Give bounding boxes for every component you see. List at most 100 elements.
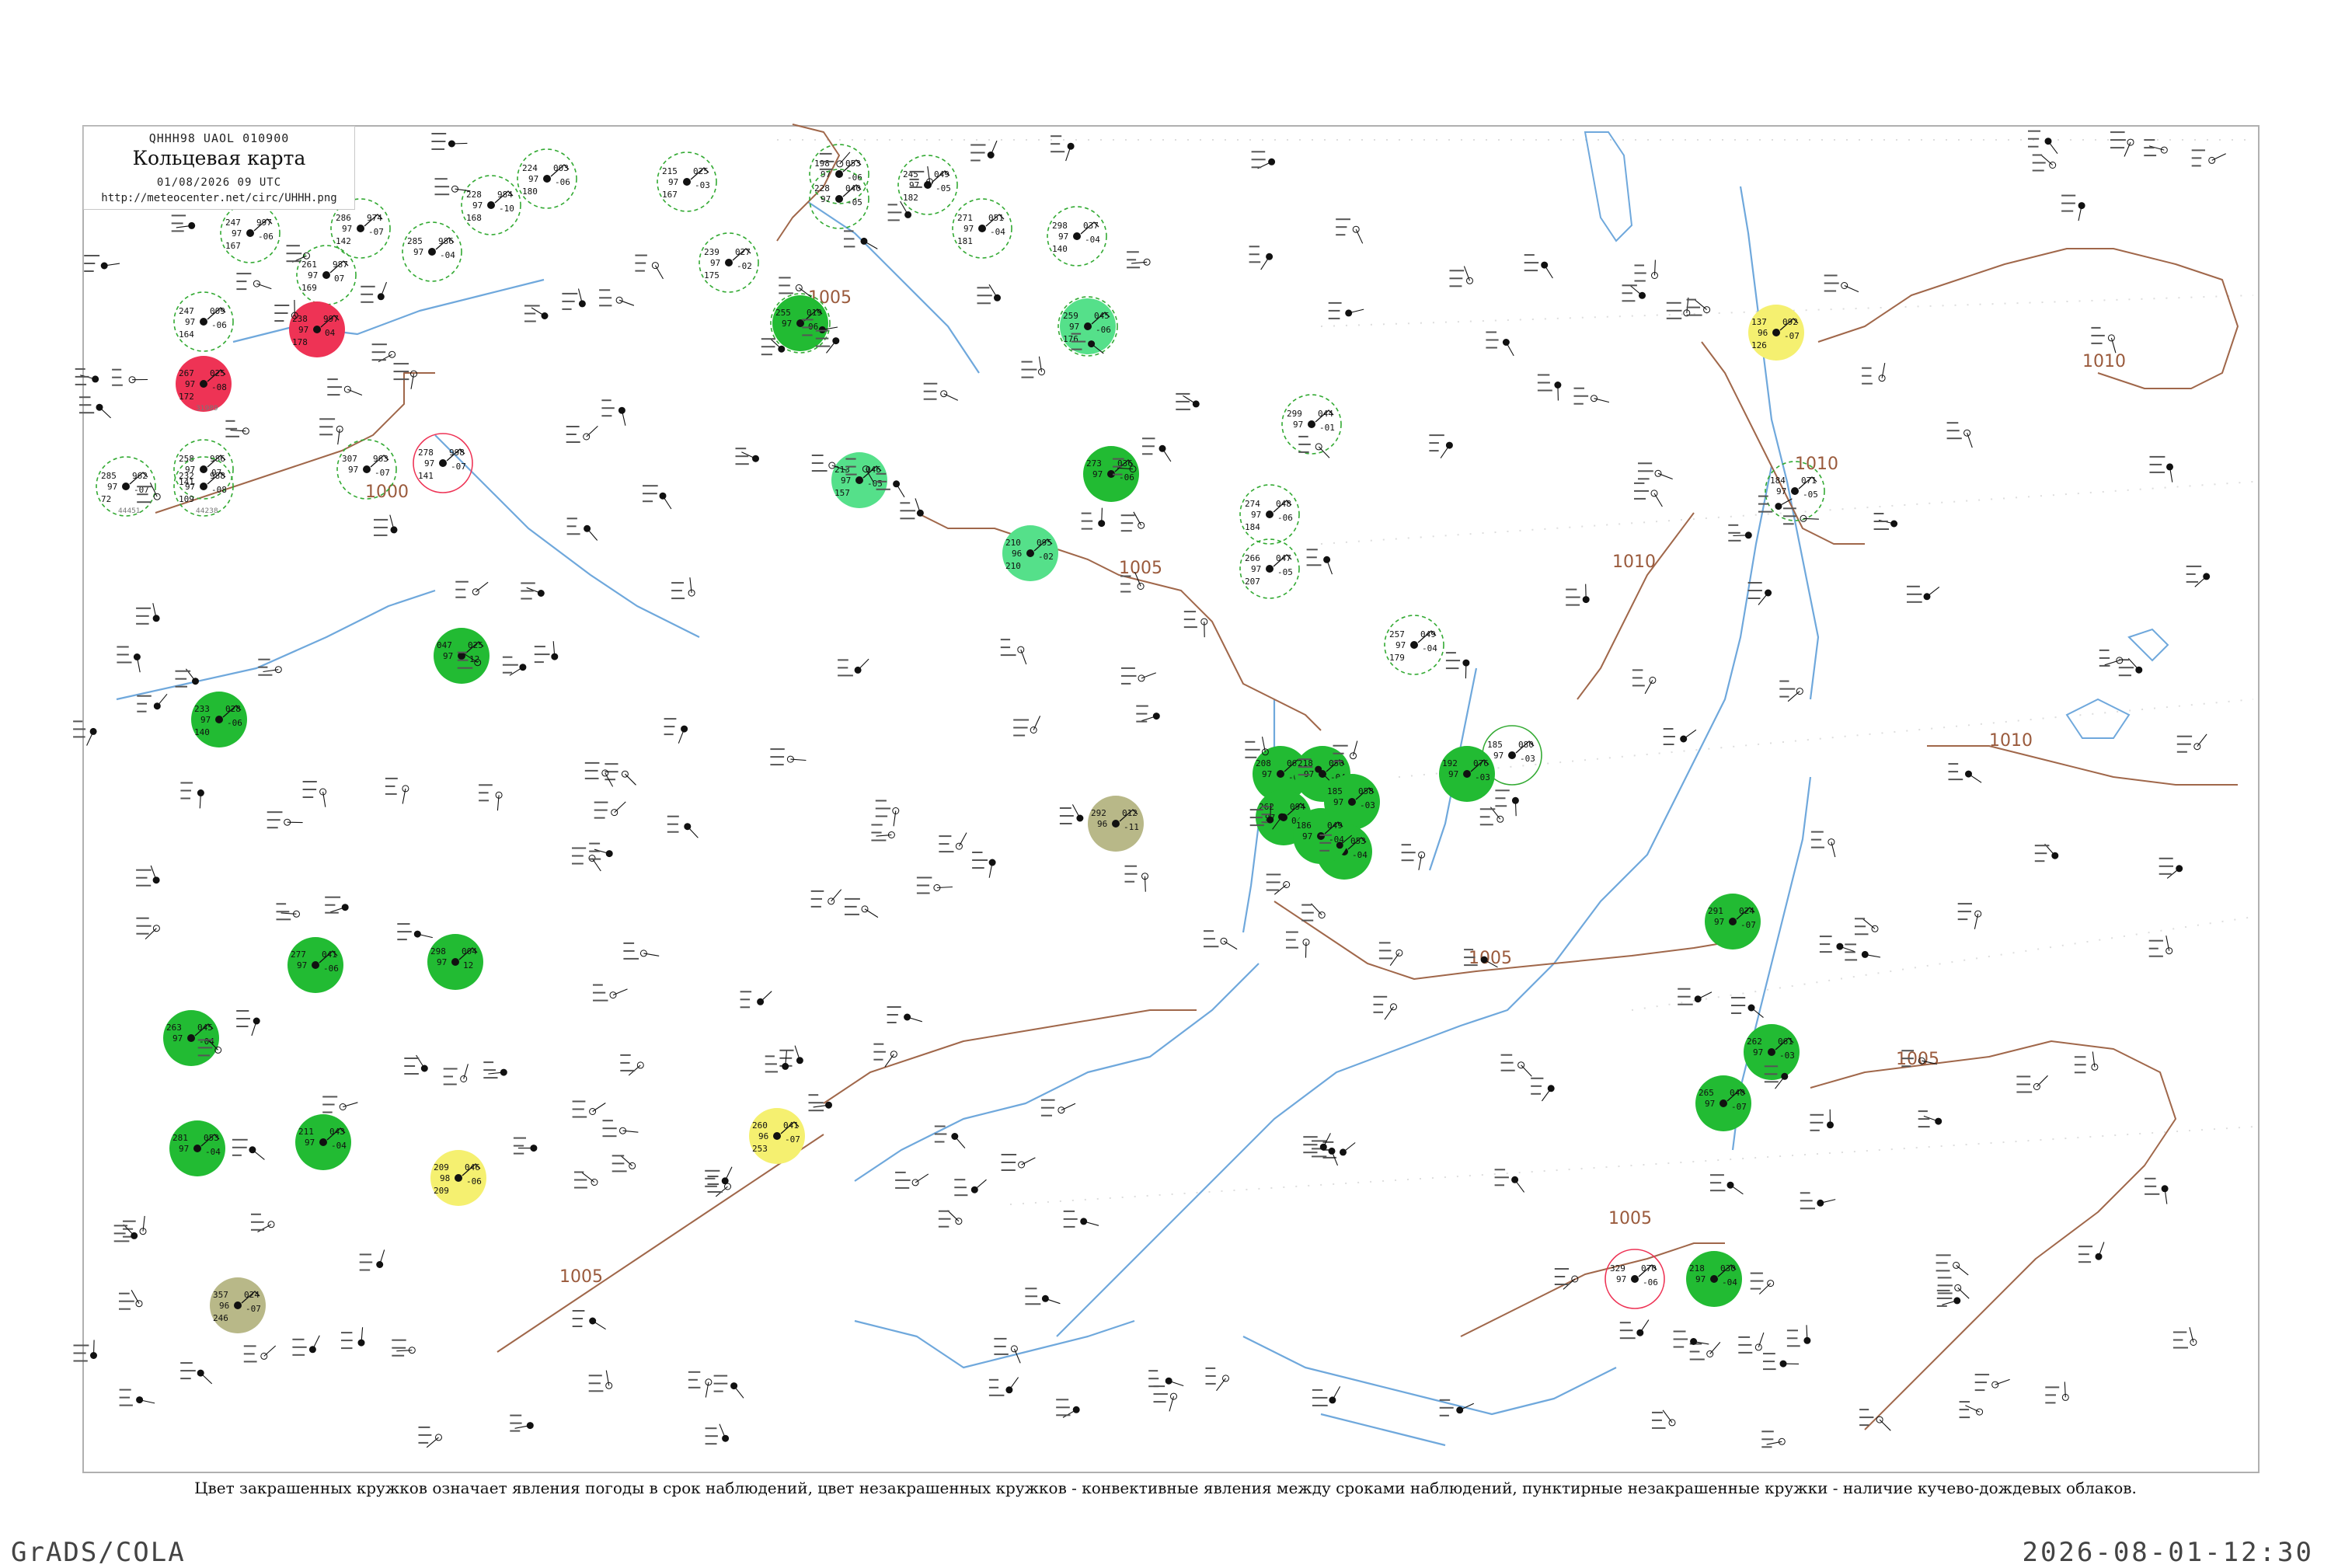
station-value-mark [483, 1077, 497, 1078]
cloud-cover-icon [428, 248, 436, 256]
station-visibility: 97 [1333, 797, 1343, 807]
station-value-mark [688, 1379, 698, 1381]
station-value-mark [1113, 466, 1122, 468]
wind-barb-icon [655, 266, 663, 279]
station-value-mark [2150, 464, 2162, 465]
wind-barb-icon [1261, 256, 1270, 270]
station-value-mark [232, 1147, 247, 1148]
station-visibility: 97 [185, 482, 195, 492]
wind-barb-icon [1927, 587, 1939, 596]
wind-barb-icon [1684, 730, 1696, 739]
station-pressure-tendency: -05 [1277, 567, 1293, 577]
station-value-mark [1855, 933, 1869, 935]
station-pressure: 050 [1329, 758, 1344, 768]
station-value-mark [1495, 805, 1507, 807]
station-value-mark [1041, 1099, 1055, 1101]
station-value-mark [1810, 1130, 1820, 1131]
station-value-mark [1041, 1115, 1052, 1117]
station-value-mark [1495, 797, 1505, 799]
station-value-mark [1440, 1407, 1454, 1409]
station-value-mark [136, 925, 151, 927]
station-value-mark [1687, 299, 1696, 301]
station-visibility: 97 [308, 270, 318, 280]
cloud-cover-icon [1631, 1275, 1639, 1283]
wind-barb-icon [1134, 512, 1141, 525]
station-value-mark [1634, 490, 1649, 492]
station-value-mark [1674, 1331, 1686, 1333]
wind-barb-icon [955, 1137, 965, 1148]
station-value-mark [535, 646, 545, 647]
station-dewpoint: 176 [1063, 334, 1078, 344]
station-pressure-tendency: -05 [1803, 490, 1818, 500]
station-value-mark [1267, 882, 1280, 883]
station-value-mark [225, 420, 235, 422]
station-temperature: 232 [179, 471, 194, 481]
source-url[interactable]: http://meteocenter.net/circ/UHHH.png [84, 192, 354, 204]
wind-barb-icon [1145, 876, 1146, 892]
station-value-mark [603, 1127, 617, 1129]
station-value-mark [567, 533, 580, 535]
station-value-mark [74, 1361, 88, 1362]
wind-barb-icon [2041, 155, 2053, 165]
wind-barb-icon [944, 394, 958, 401]
wind-barb-icon [678, 729, 684, 744]
station-visibility: 97 [1058, 232, 1068, 242]
station-dewpoint: 167 [662, 190, 678, 200]
wind-barb-icon [1385, 1007, 1394, 1019]
wind-barb-icon [1162, 448, 1171, 462]
station-plot: 22804097-05 [810, 169, 869, 228]
map-header: QHHH98 UAOL 010900 Кольцевая карта 01/08… [83, 126, 355, 210]
station-value-mark [1013, 727, 1027, 729]
station-value-mark [267, 827, 278, 828]
station-pressure: 092 [1782, 317, 1798, 327]
station-value-mark [664, 726, 675, 727]
station-value-mark [1938, 1284, 1953, 1286]
station-value-mark [1176, 401, 1190, 402]
station-value-mark [972, 859, 988, 861]
station-value-mark [503, 664, 518, 666]
wind-barb-icon [663, 496, 671, 509]
station-visibility: 97 [437, 957, 447, 967]
river-sungari [855, 1321, 1134, 1368]
station-value-mark [2033, 170, 2044, 172]
station-value-mark [1664, 736, 1675, 737]
station-temperature: 259 [1063, 311, 1078, 321]
wind-barb-icon [1655, 260, 1656, 276]
cloud-cover-icon [200, 483, 207, 490]
station-value-mark [535, 653, 550, 655]
isobar-1005-south [824, 1010, 1197, 1103]
station-temperature: 215 [662, 166, 678, 176]
station-value-mark [802, 319, 813, 320]
station-value-mark [1710, 1182, 1721, 1183]
station-value-mark [635, 263, 646, 264]
station-value-mark [1121, 530, 1132, 531]
station-value-mark [1002, 1169, 1016, 1171]
station-value-mark [2110, 147, 2124, 148]
station-value-mark [1127, 267, 1140, 268]
station-value-mark [910, 171, 925, 172]
station-visibility: 97 [1753, 1047, 1763, 1058]
station-plot: 28105397-04 [169, 1120, 225, 1176]
wind-barb-icon [1072, 804, 1080, 818]
station-value-mark [392, 1347, 406, 1349]
station-value-mark [1495, 1176, 1509, 1178]
station-value-mark [2028, 146, 2039, 148]
station-visibility: 97 [200, 715, 211, 725]
station-temperature: 273 [1086, 458, 1102, 469]
station-value-mark [740, 1006, 751, 1008]
station-visibility: 96 [1012, 549, 1022, 559]
wind-barb-icon [937, 887, 953, 888]
isobar-label: 1005 [1608, 1209, 1652, 1228]
station-value-mark [1440, 1415, 1449, 1416]
station-value-mark [1622, 284, 1637, 286]
station-value-mark [136, 918, 148, 919]
station-value-mark [811, 906, 821, 908]
station-value-mark [635, 255, 647, 256]
station-temperature: 274 [1245, 499, 1260, 509]
station-value-mark [1859, 1416, 1873, 1418]
cloud-cover-icon [835, 195, 843, 203]
station-value-mark [917, 877, 932, 879]
station-value-mark [274, 312, 287, 314]
cloud-cover-icon [1463, 770, 1471, 778]
wind-barb-icon [1733, 535, 1748, 536]
